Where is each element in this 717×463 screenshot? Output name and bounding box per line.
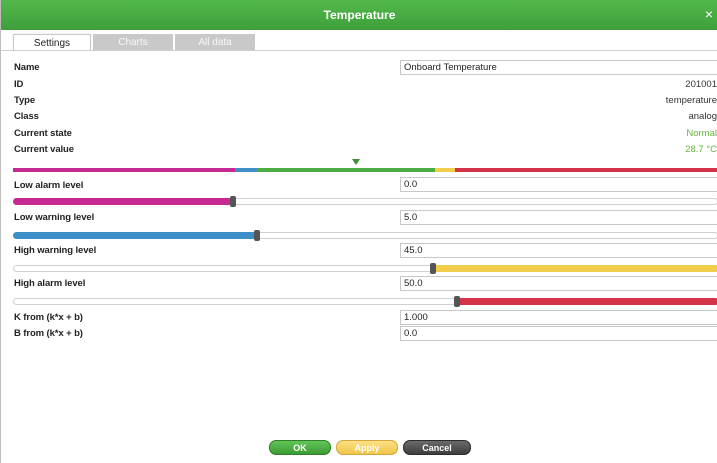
low-alarm-label: Low alarm level <box>14 180 84 191</box>
tabs-divider <box>1 50 717 51</box>
low-alarm-slider-fill <box>13 198 232 205</box>
k-coefficient-field[interactable] <box>400 310 717 325</box>
low-warning-slider[interactable] <box>13 230 717 241</box>
high-alarm-field[interactable] <box>400 276 717 291</box>
tab-settings[interactable]: Settings <box>13 34 91 51</box>
dialog-title: Temperature <box>323 8 396 22</box>
low-alarm-slider[interactable] <box>13 196 717 207</box>
name-field[interactable] <box>400 60 717 75</box>
scale-segment-low-warning <box>235 168 257 172</box>
k-coefficient-label: K from (k*x + b) <box>14 312 83 323</box>
scale-segment-low-alarm <box>13 168 235 172</box>
class-value: analog <box>688 111 717 122</box>
high-alarm-slider-handle[interactable] <box>454 296 460 307</box>
tab-bar: Settings Charts All data <box>13 34 257 51</box>
current-value: 28.7 °C <box>685 144 717 155</box>
scale-segment-normal <box>257 168 435 172</box>
tab-charts[interactable]: Charts <box>93 34 173 51</box>
high-warning-slider-handle[interactable] <box>430 263 436 274</box>
cancel-button[interactable]: Cancel <box>403 440 471 455</box>
ok-button[interactable]: OK <box>269 440 331 455</box>
low-alarm-field[interactable] <box>400 177 717 192</box>
high-alarm-slider[interactable] <box>13 296 717 307</box>
high-warning-slider-fill <box>433 265 717 272</box>
id-label: ID <box>14 79 24 90</box>
name-label: Name <box>14 62 40 73</box>
high-alarm-slider-fill <box>457 298 717 305</box>
b-coefficient-field[interactable] <box>400 326 717 341</box>
high-warning-slider[interactable] <box>13 263 717 274</box>
current-value-label: Current value <box>14 144 74 155</box>
class-label: Class <box>14 111 39 122</box>
low-warning-slider-handle[interactable] <box>254 230 260 241</box>
level-scale <box>13 168 717 172</box>
low-warning-label: Low warning level <box>14 212 95 223</box>
current-value-marker-icon <box>352 159 360 165</box>
apply-button[interactable]: Apply <box>336 440 398 455</box>
low-warning-field[interactable] <box>400 210 717 225</box>
low-warning-slider-fill <box>13 232 256 239</box>
type-value: temperature <box>665 95 717 106</box>
id-value: 201001 <box>685 79 717 90</box>
scale-segment-high-warning <box>435 168 455 172</box>
dialog-buttons: OK Apply Cancel <box>269 440 476 455</box>
dialog-titlebar: Temperature × <box>1 0 717 30</box>
high-alarm-label: High alarm level <box>14 278 86 289</box>
current-state-value: Normal <box>686 128 717 139</box>
b-coefficient-label: B from (k*x + b) <box>14 328 83 339</box>
high-warning-label: High warning level <box>14 245 97 256</box>
current-state-label: Current state <box>14 128 72 139</box>
temperature-dialog: Temperature × Settings Charts All data N… <box>0 0 717 463</box>
type-label: Type <box>14 95 36 106</box>
high-warning-field[interactable] <box>400 243 717 258</box>
scale-segment-high-alarm <box>455 168 717 172</box>
tab-all-data[interactable]: All data <box>175 34 255 51</box>
close-icon[interactable]: × <box>702 6 716 22</box>
low-alarm-slider-handle[interactable] <box>230 196 236 207</box>
